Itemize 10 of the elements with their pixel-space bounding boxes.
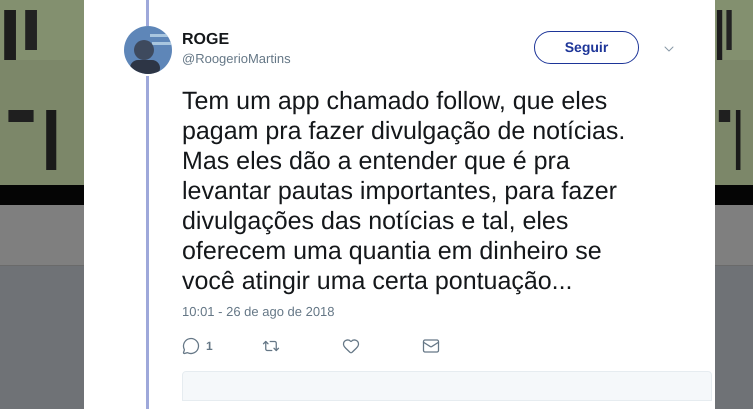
- speech-bubble-icon[interactable]: [182, 336, 200, 354]
- user-name[interactable]: ROGE: [182, 30, 291, 50]
- user-handle[interactable]: @RoogerioMartins: [182, 50, 291, 68]
- tweet-text: Tem um app chamado follow, que eles pagam pra fazer divulgação de notícias. Mas eles dão a entender que é pra levantar pautas importantes, para fazer divulgações das notícias e tal, eles oferecem uma quantia em dinheiro se você atingir uma certa pontuação...: [182, 86, 626, 296]
- reply-count: 1: [206, 338, 213, 354]
- heart-icon[interactable]: [342, 336, 360, 354]
- follow-button[interactable]: Seguir: [534, 31, 639, 64]
- envelope-icon[interactable]: [422, 336, 440, 354]
- avatar[interactable]: [124, 26, 172, 74]
- tweet-timestamp: 10:01 - 26 de ago de 2018: [182, 303, 335, 321]
